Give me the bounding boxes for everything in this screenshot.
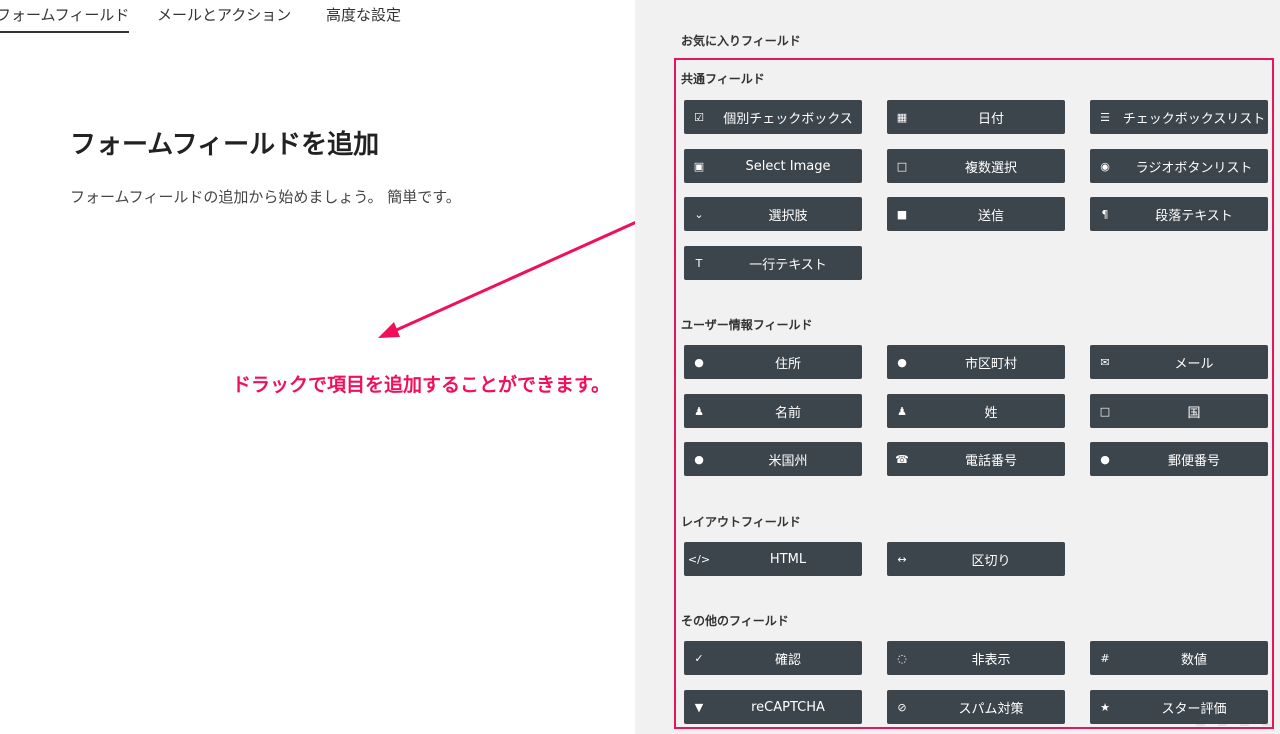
field-button[interactable]: ⊘ スパム対策 — [887, 690, 1065, 724]
annotation-text: ドラックで項目を追加することができます。 — [232, 374, 611, 396]
square-icon: □ — [1099, 404, 1111, 418]
field-button[interactable]: ☰ チェックボックスリスト — [1090, 100, 1268, 134]
paragraph-icon: ¶ — [1101, 207, 1109, 221]
map-marker-icon: ● — [694, 355, 704, 369]
field-button[interactable]: T 一行テキスト — [684, 246, 862, 280]
field-button[interactable]: ▼ reCAPTCHA — [684, 690, 862, 724]
field-button-label: スター評価 — [1161, 701, 1227, 717]
field-button[interactable]: □ 国 — [1090, 394, 1268, 428]
tab-advanced-settings[interactable]: 高度な設定 — [326, 4, 401, 25]
section-title-layout: レイアウトフィールド — [681, 515, 801, 529]
field-button-label: チェックボックスリスト — [1122, 111, 1266, 127]
solid-square-icon: ■ — [896, 207, 908, 221]
tab-email-actions[interactable]: メールとアクション — [157, 4, 291, 25]
field-button-label: 段落テキスト — [1155, 208, 1233, 224]
field-button[interactable]: ◌ 非表示 — [887, 641, 1065, 675]
field-button-label: 選択肢 — [768, 208, 808, 224]
watermark: ー ー ー ー — [1195, 719, 1272, 732]
field-button-label: 一行テキスト — [749, 257, 827, 273]
hash-icon: # — [1100, 651, 1110, 665]
field-button[interactable]: ♟ 姓 — [887, 394, 1065, 428]
field-button-label: 国 — [1187, 405, 1201, 421]
calendar-icon: ▦ — [896, 110, 908, 124]
field-button-label: メール — [1174, 356, 1214, 372]
field-button[interactable]: ☑ 個別チェックボックス — [684, 100, 862, 134]
field-button[interactable]: ☎ 電話番号 — [887, 442, 1065, 476]
field-button-label: Select Image — [745, 158, 831, 174]
field-button-label: 送信 — [977, 208, 1004, 224]
field-button[interactable]: ♟ 名前 — [684, 394, 862, 428]
radio-icon: ◉ — [1100, 159, 1110, 173]
filter-icon: ▼ — [694, 700, 704, 714]
field-button[interactable]: ◉ ラジオボタンリスト — [1090, 149, 1268, 183]
field-button[interactable]: ● 郵便番号 — [1090, 442, 1268, 476]
envelope-icon: ✉ — [1100, 355, 1110, 369]
field-button-label: 姓 — [984, 405, 998, 421]
field-button-label: reCAPTCHA — [751, 699, 825, 715]
section-title-user-info: ユーザー情報フィールド — [681, 318, 813, 332]
check-circle-icon: ✓ — [694, 651, 704, 665]
map-marker-icon: ● — [897, 355, 907, 369]
field-button[interactable]: ✓ 確認 — [684, 641, 862, 675]
field-button[interactable]: ↔ 区切り — [887, 542, 1065, 576]
section-title-other: その他のフィールド — [681, 614, 789, 628]
field-button[interactable]: ▣ Select Image — [684, 149, 862, 183]
field-button-label: 確認 — [774, 652, 801, 668]
text-icon: T — [695, 256, 703, 270]
field-button[interactable]: ¶ 段落テキスト — [1090, 197, 1268, 231]
user-icon: ♟ — [694, 404, 704, 418]
phone-icon: ☎ — [895, 452, 909, 466]
field-button-label: 名前 — [774, 405, 801, 421]
user-icon: ♟ — [897, 404, 907, 418]
field-button-label: 複数選択 — [964, 160, 1017, 176]
field-button-label: HTML — [769, 551, 807, 567]
code-icon: </> — [687, 552, 711, 566]
field-button-label: 区切り — [971, 553, 1011, 569]
map-marker-icon: ● — [694, 452, 704, 466]
tab-form-fields[interactable]: フォームフィールド — [0, 4, 130, 33]
field-button-label: スパム対策 — [958, 701, 1024, 717]
field-button[interactable]: ▦ 日付 — [887, 100, 1065, 134]
check-square-icon: ☑ — [694, 110, 704, 124]
field-button-label: 住所 — [774, 356, 801, 372]
field-button[interactable]: □ 複数選択 — [887, 149, 1065, 183]
favorites-title: お気に入りフィールド — [681, 34, 801, 48]
arrows-h-icon: ↔ — [897, 552, 907, 566]
eye-slash-icon: ◌ — [897, 651, 907, 665]
field-button[interactable]: ⌄ 選択肢 — [684, 197, 862, 231]
ban-icon: ⊘ — [897, 700, 907, 714]
map-marker-icon: ● — [1100, 452, 1110, 466]
field-button[interactable]: ■ 送信 — [887, 197, 1065, 231]
field-button[interactable]: ● 市区町村 — [887, 345, 1065, 379]
image-icon: ▣ — [693, 159, 705, 173]
star-icon: ★ — [1100, 700, 1110, 714]
field-button-label: 非表示 — [971, 652, 1011, 668]
field-button[interactable]: # 数値 — [1090, 641, 1268, 675]
field-button-label: 郵便番号 — [1167, 453, 1220, 469]
field-button-label: 米国州 — [768, 453, 808, 469]
field-button-label: 個別チェックボックス — [723, 111, 853, 127]
field-button-label: 数値 — [1180, 652, 1207, 668]
field-button[interactable]: ✉ メール — [1090, 345, 1268, 379]
field-button-label: 日付 — [977, 111, 1004, 127]
field-button[interactable]: ● 住所 — [684, 345, 862, 379]
field-button-label: ラジオボタンリスト — [1135, 160, 1253, 176]
field-button-label: 電話番号 — [964, 453, 1017, 469]
section-title-common: 共通フィールド — [681, 72, 765, 86]
field-button-label: 市区町村 — [964, 356, 1017, 372]
field-button[interactable]: ● 米国州 — [684, 442, 862, 476]
chevron-down-icon: ⌄ — [694, 207, 704, 221]
field-button[interactable]: </> HTML — [684, 542, 862, 576]
page-description: フォームフィールドの追加から始めましょう。 簡単です。 — [70, 188, 461, 206]
page-title: フォームフィールドを追加 — [70, 130, 380, 160]
square-icon: □ — [896, 159, 908, 173]
list-icon: ☰ — [1100, 110, 1110, 124]
